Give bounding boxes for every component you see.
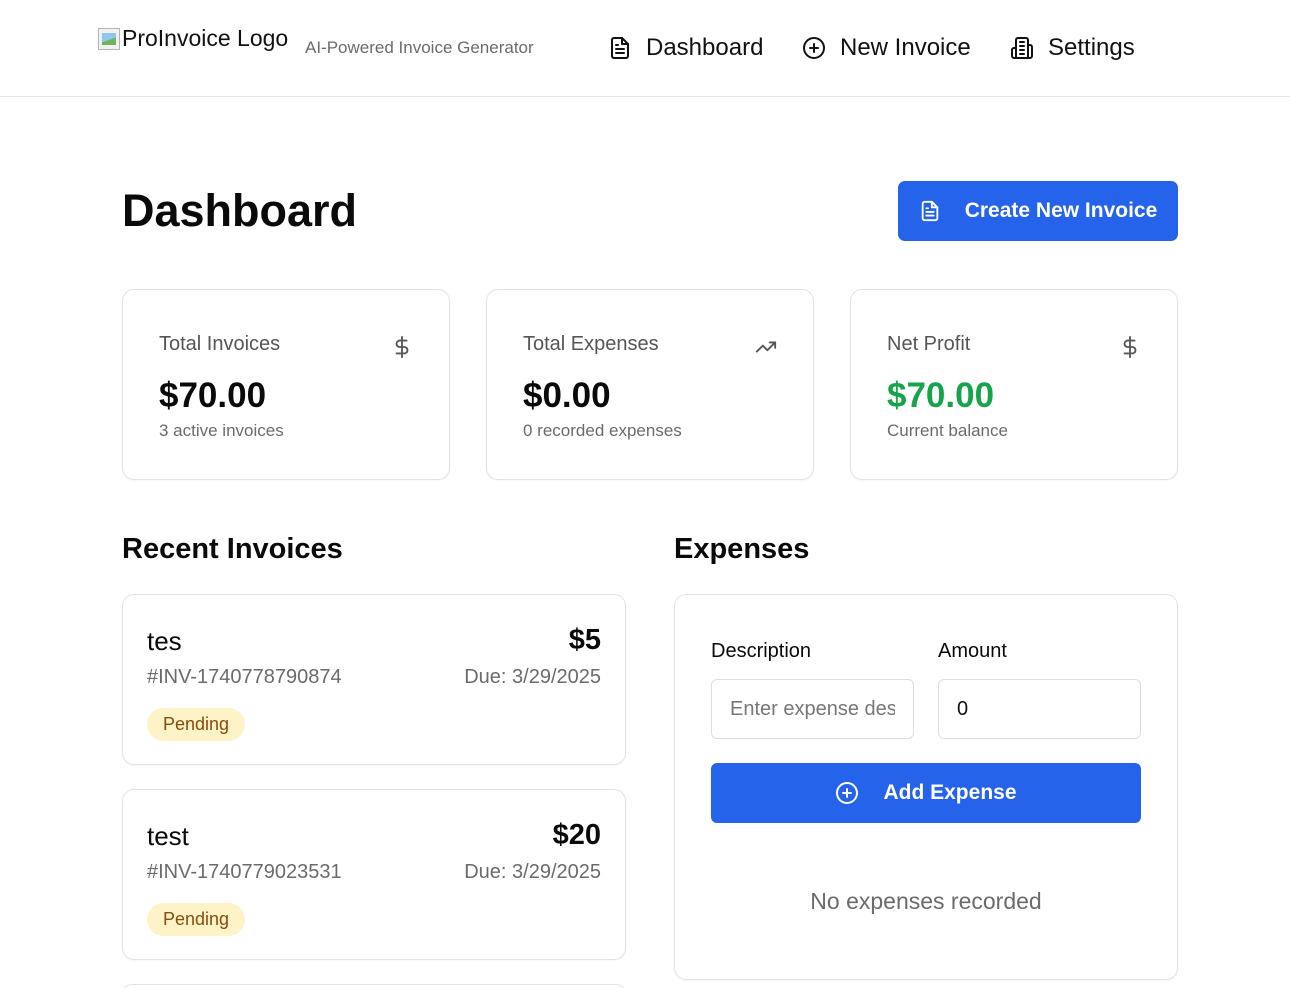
no-expenses-text: No expenses recorded <box>810 888 1042 914</box>
building-icon <box>1011 37 1033 59</box>
invoice-card[interactable] <box>122 984 626 988</box>
status-badge: Pending <box>147 903 246 936</box>
invoice-amount: $5 <box>568 624 601 656</box>
invoice-amount: $20 <box>552 819 601 851</box>
stat-value: $70.00 <box>159 376 267 415</box>
app-header: ProInvoice Logo AI-Powered Invoice Gener… <box>0 0 1290 97</box>
broken-image-icon <box>98 27 120 50</box>
invoice-due-date: Due: 3/29/2025 <box>464 666 601 688</box>
invoice-number: #INV-1740779023531 <box>147 861 342 883</box>
invoice-client-name: test <box>147 821 189 851</box>
invoice-due-date: Due: 3/29/2025 <box>464 861 601 883</box>
stat-label: Total Expenses <box>523 333 659 355</box>
status-badge: Pending <box>147 708 246 741</box>
create-new-invoice-label: Create New Invoice <box>964 199 1158 222</box>
nav-dashboard[interactable]: Dashboard <box>608 34 763 62</box>
stat-value: $0.00 <box>523 376 611 415</box>
tagline: AI-Powered Invoice Generator <box>305 38 534 57</box>
recent-invoices-title: Recent Invoices <box>122 533 343 565</box>
stat-subtext: 0 recorded expenses <box>523 421 682 440</box>
stat-card-net-profit: Net Profit $70.00 Current balance <box>850 289 1178 480</box>
stat-subtext: 3 active invoices <box>159 421 284 440</box>
nav-dashboard-label: Dashboard <box>646 34 764 61</box>
nav-new-invoice-label: New Invoice <box>840 34 971 61</box>
stat-label: Total Invoices <box>159 333 281 355</box>
expenses-title: Expenses <box>674 533 810 565</box>
create-new-invoice-button[interactable]: Create New Invoice <box>898 181 1178 241</box>
stat-card-total-invoices: Total Invoices $70.00 3 active invoices <box>122 289 450 480</box>
document-icon <box>921 200 938 222</box>
expenses-card: Description Amount Add Expense No expens… <box>674 594 1178 980</box>
logo[interactable]: ProInvoice Logo <box>98 25 288 52</box>
amount-label: Amount <box>938 640 1007 662</box>
document-icon <box>611 37 629 59</box>
invoice-card[interactable]: test #INV-1740779023531 $20 Due: 3/29/20… <box>122 789 626 960</box>
add-expense-button[interactable]: Add Expense <box>711 763 1141 823</box>
dollar-icon <box>395 336 409 358</box>
trending-up-icon <box>755 341 777 353</box>
expense-description-input[interactable] <box>711 679 914 739</box>
invoice-number: #INV-1740778790874 <box>147 666 342 688</box>
stat-card-total-expenses: Total Expenses $0.00 0 recorded expenses <box>486 289 814 480</box>
page-title: Dashboard <box>122 185 358 236</box>
logo-alt-text: ProInvoice Logo <box>122 25 289 51</box>
nav-settings-label: Settings <box>1048 34 1135 61</box>
plus-circle-icon <box>836 782 859 804</box>
expense-amount-input[interactable] <box>938 679 1141 739</box>
stat-subtext: Current balance <box>887 421 1008 440</box>
description-label: Description <box>711 640 812 662</box>
nav-new-invoice[interactable]: New Invoice <box>802 34 971 62</box>
stat-label: Net Profit <box>887 333 971 355</box>
add-expense-label: Add Expense <box>883 781 1017 804</box>
dollar-icon <box>1123 336 1137 358</box>
plus-circle-icon <box>803 37 825 59</box>
nav-settings[interactable]: Settings <box>1010 34 1135 62</box>
stat-value: $70.00 <box>887 376 995 415</box>
invoice-card[interactable]: tes #INV-1740778790874 $5 Due: 3/29/2025… <box>122 594 626 765</box>
invoice-client-name: tes <box>147 626 182 656</box>
